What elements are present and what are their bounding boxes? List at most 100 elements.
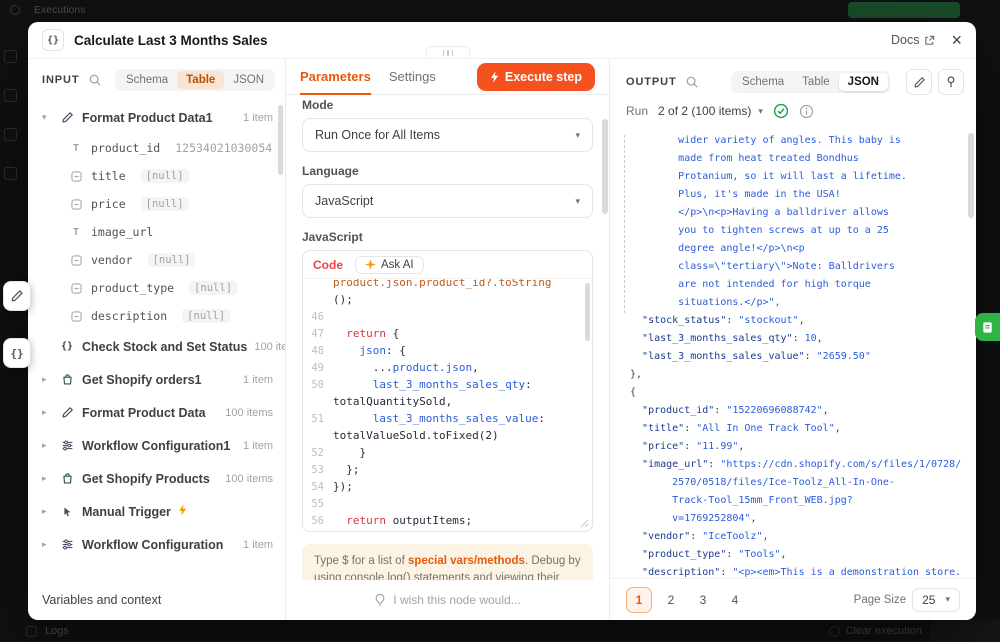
field-key: product_id [91, 141, 160, 155]
tree-node[interactable]: ▾Format Product Data11 item [28, 101, 285, 134]
null-badge: [null] [182, 309, 230, 323]
tree-field[interactable]: description[null] [28, 302, 285, 330]
execute-step-button[interactable]: Execute step [477, 63, 595, 91]
field-key: product_type [91, 281, 174, 295]
mode-select[interactable]: Run Once for All Items ▾ [302, 118, 593, 152]
code-editor-body[interactable]: product.json.product_id?.toString();4647… [303, 278, 592, 531]
json-line: "description": "<p><em>This is a demonst… [630, 563, 968, 578]
field-key: title [91, 169, 126, 183]
item-count-badge: 1 item [243, 112, 273, 124]
line-number: 55 [303, 498, 333, 510]
braces-icon: {} [59, 339, 75, 355]
tree-node-label: Format Product Data [82, 406, 206, 420]
tree-node[interactable]: ▸ Format Product Data 100 items [28, 396, 285, 429]
search-icon[interactable] [88, 73, 102, 87]
tab-code[interactable]: Code [313, 258, 343, 272]
type-text-icon: T [68, 140, 84, 156]
info-icon[interactable] [799, 104, 814, 119]
chevron-right-icon[interactable]: ▸ [42, 506, 52, 517]
drag-handle[interactable] [426, 46, 470, 58]
tree-field[interactable]: Tproduct_id12534021030054 [28, 134, 285, 162]
json-line: v=1769252804", [630, 509, 968, 527]
tree-node[interactable]: {} Check Stock and Set Status 100 items [28, 330, 285, 363]
feedback-link[interactable]: I wish this node would... [286, 580, 609, 620]
language-label: Language [302, 164, 593, 178]
run-select[interactable]: 2 of 2 (100 items) ▾ [658, 104, 763, 118]
edit-output-button[interactable] [906, 69, 932, 95]
variables-context-item[interactable]: Variables and context [28, 580, 285, 620]
page-button-2[interactable]: 2 [658, 587, 684, 613]
chevron-right-icon[interactable]: ▸ [42, 473, 52, 484]
json-line: { [630, 383, 968, 401]
tree-node-label: Check Stock and Set Status [82, 340, 247, 354]
output-tab-schema[interactable]: Schema [733, 73, 793, 91]
parameters-scrollbar[interactable] [602, 119, 608, 214]
input-tab-schema[interactable]: Schema [117, 71, 177, 89]
tree-node-label: Manual Trigger [82, 505, 171, 519]
ask-ai-button[interactable]: Ask AI [355, 256, 424, 274]
code-line: (); [303, 291, 592, 308]
output-tab-json[interactable]: JSON [839, 73, 888, 91]
language-select[interactable]: JavaScript ▾ [302, 184, 593, 218]
bolt-icon [178, 503, 187, 521]
chevron-right-icon[interactable]: ▸ [42, 374, 52, 385]
tree-field[interactable]: title[null] [28, 162, 285, 190]
json-node-side-button[interactable]: {} [3, 338, 31, 368]
input-tab-json[interactable]: JSON [224, 71, 273, 89]
code-line: 46 [303, 308, 592, 325]
node-editor-modal: {} Calculate Last 3 Months Sales Docs × … [28, 22, 976, 620]
page-button-3[interactable]: 3 [690, 587, 716, 613]
export-output-button[interactable] [975, 313, 1000, 341]
page-button-4[interactable]: 4 [722, 587, 748, 613]
field-key: price [91, 197, 126, 211]
code-line: 50 last_3_months_sales_qty: [303, 376, 592, 393]
json-line: you to tighten screws at up to a 25 [630, 221, 968, 239]
tree-field[interactable]: Timage_url [28, 218, 285, 246]
json-line: "last_3_months_sales_qty": 10, [630, 329, 968, 347]
line-number: 46 [303, 311, 333, 323]
page-size-select[interactable]: 25 ▾ [912, 588, 960, 612]
resize-handle-icon[interactable] [580, 519, 589, 528]
pin-output-button[interactable] [938, 69, 964, 95]
output-scrollbar[interactable] [968, 133, 974, 218]
success-icon [773, 103, 789, 119]
docs-link[interactable]: Docs [891, 33, 935, 47]
type-null-icon [68, 252, 84, 268]
tab-parameters[interactable]: Parameters [300, 59, 371, 94]
type-null-icon [68, 196, 84, 212]
output-tab-table[interactable]: Table [793, 73, 839, 91]
close-button[interactable]: × [951, 31, 962, 49]
tree-node[interactable]: ▸Get Shopify orders11 item [28, 363, 285, 396]
input-scrollbar[interactable] [278, 105, 283, 175]
tree-node[interactable]: ▸Get Shopify Products100 items [28, 462, 285, 495]
chevron-down-icon: ▾ [575, 196, 580, 207]
json-line: situations.</p>", [630, 293, 968, 311]
code-scrollbar[interactable] [585, 283, 590, 341]
json-line: "vendor": "IceToolz", [630, 527, 968, 545]
chevron-down-icon[interactable]: ▾ [42, 112, 52, 123]
chevron-right-icon[interactable]: ▸ [42, 440, 52, 451]
tree-node[interactable]: ▸ Manual Trigger [28, 495, 285, 528]
pencil-icon [59, 405, 75, 421]
input-tab-table[interactable]: Table [177, 71, 224, 89]
line-number: 50 [303, 379, 333, 391]
parameters-scroll: Mode Run Once for All Items ▾ Language J… [286, 95, 609, 580]
edit-node-side-button[interactable] [3, 281, 31, 311]
json-line: degree angle!</p>\n<p [630, 239, 968, 257]
modal-header: {} Calculate Last 3 Months Sales Docs × [28, 22, 976, 58]
chevron-right-icon[interactable]: ▸ [42, 407, 52, 418]
tree-node-label: Get Shopify Products [82, 472, 210, 486]
tab-settings[interactable]: Settings [389, 69, 436, 84]
search-icon[interactable] [685, 75, 699, 89]
page-button-1[interactable]: 1 [626, 587, 652, 613]
tree-field[interactable]: product_type[null] [28, 274, 285, 302]
chevron-right-icon[interactable]: ▸ [42, 539, 52, 550]
item-count-badge: 100 items [254, 341, 285, 353]
item-count-badge: 100 items [225, 407, 273, 419]
tree-field[interactable]: price[null] [28, 190, 285, 218]
tree-node[interactable]: ▸Workflow Configuration11 item [28, 429, 285, 462]
tree-node[interactable]: ▸Workflow Configuration1 item [28, 528, 285, 561]
tree-field[interactable]: vendor[null] [28, 246, 285, 274]
run-label: Run [626, 104, 648, 118]
field-key: image_url [91, 225, 153, 239]
